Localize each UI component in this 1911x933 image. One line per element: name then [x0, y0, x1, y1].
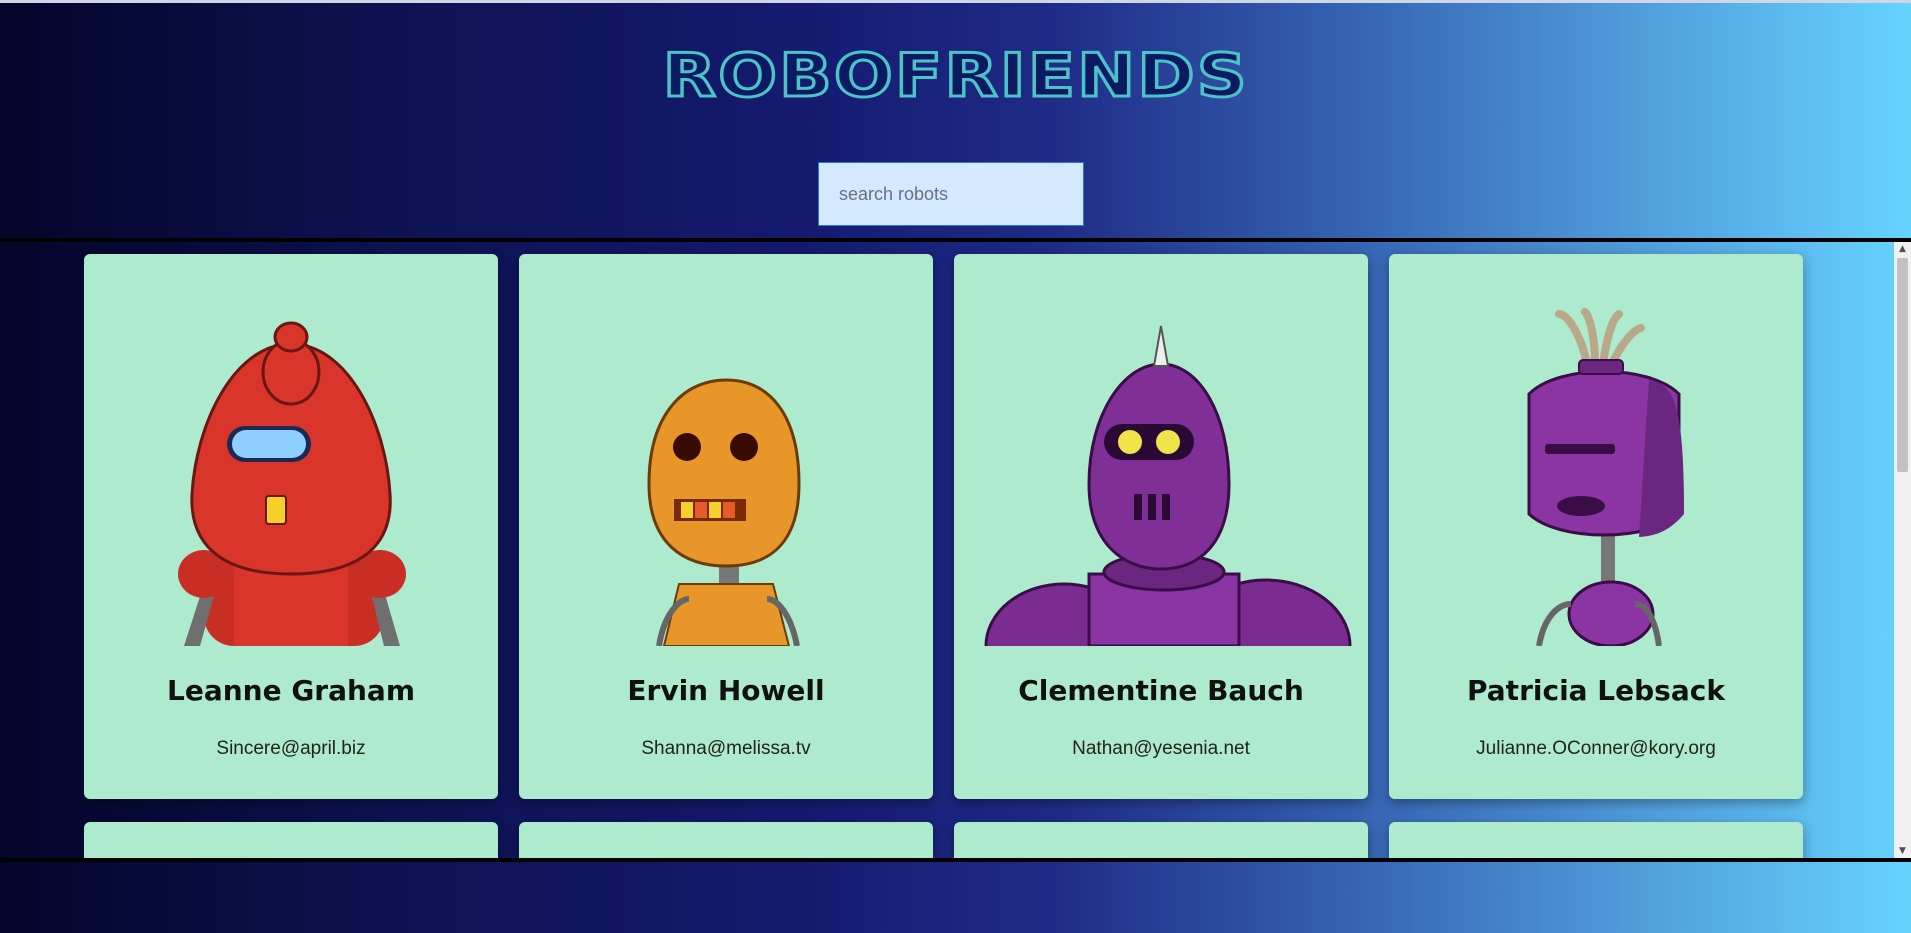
robot-email: Shanna@melissa.tv — [641, 738, 811, 759]
robot-email: Sincere@april.biz — [216, 738, 366, 759]
scroll-up-arrow-icon[interactable]: ▲ — [1894, 242, 1911, 256]
scroll-down-arrow-icon[interactable]: ▼ — [1894, 844, 1911, 858]
robot-name: Leanne Graham — [166, 674, 416, 707]
robot-avatar-image — [984, 325, 1352, 646]
card-list-scroll-area[interactable]: Leanne Graham Sincere@april.biz Ervin Ho… — [0, 238, 1911, 862]
robot-name: Patricia Lebsack — [1467, 674, 1725, 707]
app-title: ROBOFRIENDS — [661, 40, 1249, 113]
robot-name: Ervin Howell — [627, 674, 825, 707]
robot-avatar-image — [178, 321, 406, 646]
robot-email: Nathan@yesenia.net — [1072, 738, 1250, 759]
scrollbar[interactable]: ▲ ▼ — [1894, 242, 1911, 858]
browser-top-strip — [0, 0, 1911, 3]
robot-card[interactable]: Clementine Bauch Nathan@yesenia.net — [954, 254, 1368, 799]
robot-card[interactable] — [1389, 822, 1803, 858]
robot-card[interactable] — [519, 822, 933, 858]
robot-email: Julianne.OConner@kory.org — [1476, 738, 1716, 759]
scrollbar-thumb[interactable] — [1897, 258, 1908, 472]
robot-card[interactable]: Ervin Howell Shanna@melissa.tv — [519, 254, 933, 799]
robot-avatar-image — [647, 378, 801, 646]
robot-card[interactable]: Patricia Lebsack Julianne.OConner@kory.o… — [1389, 254, 1803, 799]
robot-avatar-image — [1527, 308, 1684, 646]
search-input[interactable] — [818, 162, 1084, 226]
robot-card[interactable] — [84, 822, 498, 858]
robot-name: Clementine Bauch — [1018, 674, 1304, 707]
robot-card[interactable] — [954, 822, 1368, 858]
header: ROBOFRIENDS — [0, 40, 1911, 113]
robot-card[interactable]: Leanne Graham Sincere@april.biz — [84, 254, 498, 799]
